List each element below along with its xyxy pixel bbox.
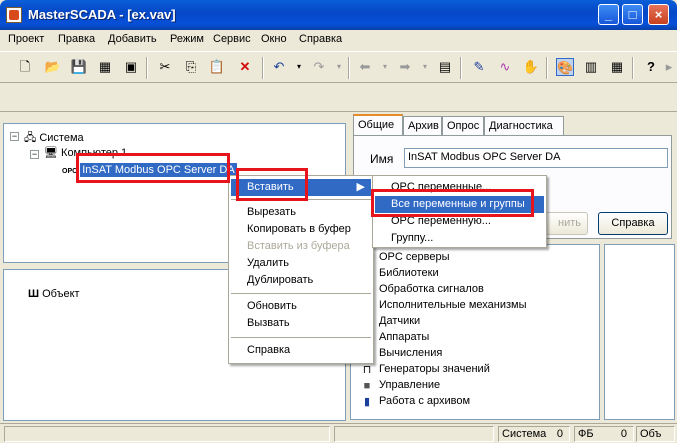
ctx-cut[interactable]: Вырезать [231,204,371,221]
name-label: Имя [370,152,394,166]
status-system: Система 0 [498,426,570,442]
toolbar-area-empty [0,84,677,112]
close-button[interactable]: × [648,4,669,25]
menu-mode[interactable]: Режим [170,33,204,45]
forward-arrow-icon[interactable]: ➡ [396,58,414,76]
expand-computer-icon[interactable]: − [30,150,39,159]
title-bar: MasterSCADA - [ex.vav] _ □ × [0,0,677,30]
library-item[interactable]: ▮ Работа с архивом [364,395,470,408]
help-button[interactable]: Справка [598,212,668,235]
library-item[interactable]: ■ Управление [364,379,440,392]
cut-icon[interactable]: ✂ [156,58,174,76]
system-label: Система [39,132,84,144]
delete-icon[interactable]: ✕ [236,58,254,76]
expand-system-icon[interactable]: − [10,132,19,141]
app-icon [6,7,22,23]
library-detail-panel [604,244,675,420]
library-item[interactable]: ⚙Исполнительные механизмы [362,299,526,312]
redo-icon[interactable]: ↷ [310,58,328,76]
copy-icon[interactable]: ⎘ [182,58,200,76]
annotation-all-vars-highlight [371,189,534,217]
palette-icon[interactable]: 🎨 [556,58,574,76]
status-objects: Объ [636,426,675,442]
save-all-icon[interactable]: ▦ [96,58,114,76]
hand-icon[interactable]: ✋ [522,58,540,76]
back-arrow-icon[interactable]: ⬅ [356,58,374,76]
tab-diagnostics[interactable]: Диагностика [484,116,564,135]
library-item[interactable]: ⊓ Генераторы значений [363,363,490,376]
ctx-duplicate[interactable]: Дублировать [231,272,371,289]
annotation-insert-highlight [236,168,308,201]
system-icon: 🖧 [24,132,37,144]
window-icon[interactable]: ▤ [436,58,454,76]
menu-add[interactable]: Добавить [108,33,157,45]
submenu-arrow-icon: ▶ [356,181,365,193]
run-icon[interactable]: ▦ [608,58,626,76]
status-blank [334,426,494,442]
archive-icon: ▮ [363,396,371,408]
save-icon[interactable]: 💾 [70,58,88,76]
name-input[interactable]: InSAT Modbus OPC Server DA [404,148,668,168]
status-fb: ФБ 0 [574,426,634,442]
computer-icon: 🖥 [44,147,58,159]
forward-dropdown-icon[interactable]: ▾ [416,58,434,76]
maximize-button[interactable]: □ [622,4,643,25]
menu-bar: Проект Правка Добавить Режим Сервис Окно… [0,30,677,50]
menu-service[interactable]: Сервис [213,33,251,45]
ctx-delete[interactable]: Удалить [231,255,371,272]
undo-icon[interactable]: ↶ [270,58,288,76]
tab-archive[interactable]: Архив [403,116,442,135]
window-title: MasterSCADA - [ex.vav] [28,7,176,22]
library-item[interactable]: OPCOPC серверы [359,251,449,263]
signal-icon[interactable]: ∿ [496,58,514,76]
menu-project[interactable]: Проект [8,33,44,45]
opc-server-icon: OPC [62,168,78,175]
export-icon[interactable]: ▣ [122,58,140,76]
menu-window[interactable]: Окно [261,33,287,45]
library-item[interactable]: ƒВычисления [364,347,442,360]
library-item[interactable]: ✎Датчики [362,315,420,328]
ctx-copy[interactable]: Копировать в буфер [231,221,371,238]
object-label: Объект [42,288,80,300]
back-dropdown-icon[interactable]: ▾ [376,58,394,76]
more-icon[interactable]: ▸ [660,58,677,76]
menu-edit[interactable]: Правка [58,33,95,45]
menu-help[interactable]: Справка [299,33,342,45]
status-message [4,426,330,442]
minimize-button[interactable]: _ [598,4,619,25]
context-help-icon[interactable]: ? [642,58,660,76]
tab-polling[interactable]: Опрос [442,116,484,135]
status-bar: Система 0 ФБ 0 Объ [0,423,677,443]
toolbar: 🗋 📂 💾 ▦ ▣ ✂ ⎘ 📋 ✕ ↶ ▾ ↷ ▾ ⬅ ▾ ➡ ▾ ▤ ✎ ∿ … [0,51,677,83]
object-node[interactable]: Ш Объект [28,288,80,300]
annotation-server-highlight [76,153,230,183]
mode-icon[interactable]: ▥ [582,58,600,76]
ctx-call[interactable]: Вызвать [231,315,371,332]
ctx-paste[interactable]: Вставить из буфера [231,238,371,255]
control-icon: ■ [363,380,371,392]
ctx-refresh[interactable]: Обновить [231,298,371,315]
library-item[interactable]: ∿Обработка сигналов [362,283,484,296]
library-item[interactable]: ▥Библиотеки [362,267,439,280]
context-menu: Вставить ▶ Вырезать Копировать в буфер В… [228,175,374,364]
paste-icon[interactable]: 📋 [208,58,226,76]
library-item[interactable]: ▮Аппараты [364,331,429,344]
redo-dropdown-icon[interactable]: ▾ [330,58,348,76]
generator-icon: ⊓ [362,364,372,376]
library-panel: OPCOPC серверы ▥Библиотеки ∿Обработка си… [350,244,600,420]
object-icon: Ш [28,288,40,300]
pen-icon[interactable]: ✎ [470,58,488,76]
properties-panel: Общие Архив Опрос Диагностика Имя InSAT … [350,113,675,423]
undo-dropdown-icon[interactable]: ▾ [290,58,308,76]
ctx-help[interactable]: Справка [231,342,371,359]
submenu-group[interactable]: Группу... [375,230,544,247]
tab-general[interactable]: Общие [353,114,403,136]
new-file-icon[interactable]: 🗋 [16,58,34,76]
open-folder-icon[interactable]: 📂 [44,58,62,76]
